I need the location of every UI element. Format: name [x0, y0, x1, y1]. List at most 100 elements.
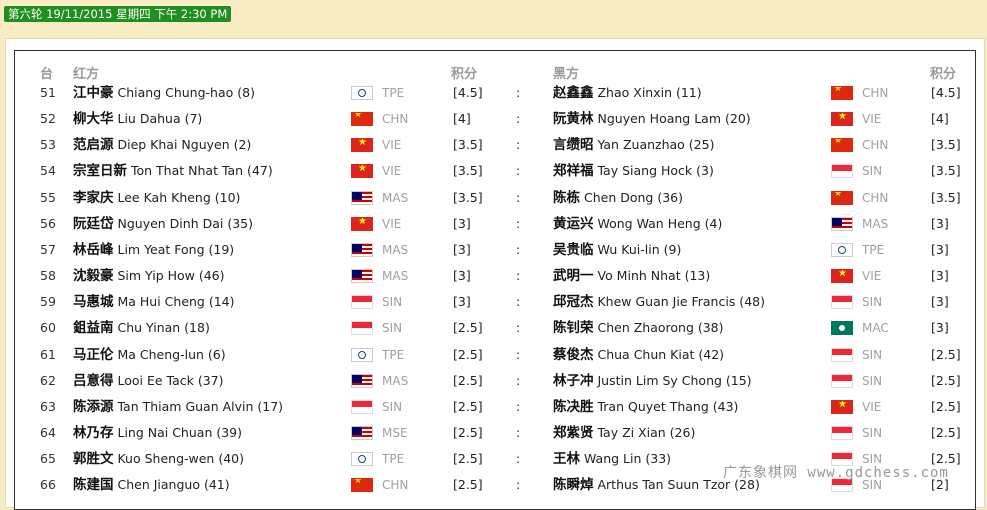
- black-player-chinese-name: 郑紫贤: [553, 424, 594, 441]
- black-player-name: 赵鑫鑫 Zhao Xinxin (11): [553, 80, 702, 106]
- table-number: 56: [40, 215, 56, 231]
- table-number: 51: [40, 85, 56, 100]
- black-player-chinese-name: 赵鑫鑫: [553, 85, 594, 101]
- black-player-name: 陈栋 Chen Dong (36): [553, 185, 683, 211]
- vs-separator: :: [516, 85, 521, 100]
- red-player-name: 江中豪 Chiang Chung-hao (8): [73, 80, 255, 106]
- red-country-code: CHN: [382, 478, 409, 493]
- table-row: 63 陈添源 Tan Thiam Guan Alvin (17) SIN [2.5]:…: [0, 394, 987, 420]
- red-player-chinese-name: 柳大华: [73, 111, 114, 128]
- table-number: 57: [40, 241, 56, 257]
- red-score: [2.5]: [453, 477, 483, 493]
- mas-flag-icon: [351, 373, 373, 388]
- red-player-english-name: Ling Nai Chuan (39): [117, 424, 242, 440]
- site-watermark: 广东象棋网 www.gdchess.com: [723, 465, 949, 481]
- red-player-chinese-name: 马惠城: [73, 294, 114, 311]
- red-player-name: 陈建国 Chen Jianguo (41): [73, 472, 230, 498]
- black-player-english-name: Khew Guan Jie Francis (48): [597, 294, 765, 310]
- black-country-code: CHN: [862, 138, 889, 153]
- black-player-english-name: Tran Quyet Thang (43): [597, 398, 739, 414]
- black-score: [4]: [931, 111, 949, 127]
- mas-flag-icon: [831, 216, 853, 231]
- table-number: 59: [40, 294, 56, 310]
- black-country-code: SIN: [862, 373, 883, 388]
- black-score: [3]: [931, 241, 949, 257]
- sin-flag-icon: [831, 164, 853, 179]
- black-country-code: TPE: [862, 242, 885, 257]
- black-country-code: VIE: [862, 399, 882, 414]
- red-score: [3]: [453, 268, 471, 284]
- vs-separator: :: [516, 137, 521, 153]
- vs-separator: :: [516, 189, 521, 205]
- table-row: 62 吕意得 Looi Ee Tack (37) MAS [2.5]: 林子冲 Just…: [0, 368, 987, 394]
- black-player-english-name: Tay Siang Hock (3): [597, 163, 714, 179]
- vie-flag-icon: [351, 164, 373, 179]
- red-player-english-name: Lee Kah Kheng (10): [117, 189, 241, 205]
- red-country-code: CHN: [382, 112, 409, 127]
- mas-flag-icon: [351, 190, 373, 205]
- red-player-english-name: Ma Hui Cheng (14): [117, 294, 235, 310]
- table-row: 53 范启源 Diep Khai Nguyen (2) VIE [3.5]: 言缵昭 Y…: [0, 132, 987, 158]
- tpe-flag-icon: [831, 242, 853, 257]
- chn-flag-icon: [351, 112, 373, 127]
- red-country-code: MSE: [382, 425, 408, 440]
- table-row: 61 马正伦 Ma Cheng-lun (6) TPE [2.5]: 蔡俊杰 Chua …: [0, 342, 987, 368]
- vs-separator: :: [516, 111, 521, 127]
- table-number: 58: [40, 268, 56, 284]
- black-player-chinese-name: 王林: [553, 451, 580, 468]
- black-country-code: SIN: [862, 425, 883, 440]
- chn-flag-icon: [351, 478, 373, 493]
- mac-flag-icon: [831, 321, 853, 336]
- red-player-chinese-name: 范启源: [73, 137, 114, 154]
- black-score: [2.5]: [931, 424, 961, 440]
- round-info-badge: 第六轮 19/11/2015 星期四 下午 2:30 PM: [4, 6, 232, 22]
- black-player-english-name: Wu Kui-lin (9): [597, 241, 682, 257]
- table-number: 53: [40, 137, 56, 153]
- red-score: [2.5]: [453, 424, 483, 440]
- black-player-english-name: Wang Lin (33): [583, 451, 672, 467]
- red-score: [2.5]: [453, 320, 483, 336]
- black-player-english-name: Chen Zhaorong (38): [597, 320, 724, 336]
- sin-flag-icon: [831, 295, 853, 310]
- black-player-chinese-name: 黄运兴: [553, 215, 594, 232]
- vie-flag-icon: [831, 399, 853, 414]
- sin-flag-icon: [831, 347, 853, 362]
- vs-separator: :: [516, 163, 521, 179]
- vs-separator: :: [516, 346, 521, 362]
- red-player-name: 鉏益南 Chu Yinan (18): [73, 315, 210, 341]
- black-player-name: 黄运兴 Wong Wan Heng (4): [553, 211, 722, 237]
- red-player-english-name: Chu Yinan (18): [117, 320, 210, 336]
- red-country-code: MAS: [382, 269, 409, 284]
- red-player-chinese-name: 李家庆: [73, 189, 114, 206]
- table-row: 55 李家庆 Lee Kah Kheng (10) MAS [3.5]: 陈栋 Chen…: [0, 185, 987, 211]
- black-score: [3]: [931, 294, 949, 310]
- black-player-name: 吴贵临 Wu Kui-lin (9): [553, 237, 681, 263]
- red-player-english-name: Ton That Nhat Tan (47): [130, 163, 273, 179]
- mas-flag-icon: [351, 242, 373, 257]
- black-player-name: 郑紫贤 Tay Zi Xian (26): [553, 420, 695, 446]
- red-player-name: 柳大华 Liu Dahua (7): [73, 106, 202, 132]
- table-number: 52: [40, 111, 56, 127]
- red-player-name: 马正伦 Ma Cheng-lun (6): [73, 342, 226, 368]
- red-player-chinese-name: 鉏益南: [73, 320, 114, 337]
- table-number: 61: [40, 346, 56, 362]
- table-row: 57 林岳峰 Lim Yeat Fong (19) MAS [3]: 吴贵临 Wu Ku…: [0, 237, 987, 263]
- table-number: 60: [40, 320, 56, 336]
- vie-flag-icon: [831, 269, 853, 284]
- red-player-name: 郭胜文 Kuo Sheng-wen (40): [73, 446, 244, 472]
- red-country-code: TPE: [382, 347, 405, 362]
- red-player-chinese-name: 林乃存: [73, 424, 114, 441]
- chn-flag-icon: [831, 190, 853, 205]
- black-player-english-name: Wong Wan Heng (4): [597, 215, 723, 231]
- black-player-name: 林子冲 Justin Lim Sy Chong (15): [553, 368, 752, 394]
- red-player-english-name: Nguyen Dinh Dai (35): [117, 215, 253, 231]
- red-country-code: SIN: [382, 295, 403, 310]
- red-country-code: VIE: [382, 216, 402, 231]
- tpe-flag-icon: [351, 452, 373, 467]
- table-row: 52 柳大华 Liu Dahua (7) CHN [4]: 阮黄林 Nguyen Hoa…: [0, 106, 987, 132]
- black-player-english-name: Chua Chun Kiat (42): [597, 346, 725, 362]
- red-score: [3.5]: [453, 163, 483, 179]
- red-player-name: 阮廷岱 Nguyen Dinh Dai (35): [73, 211, 253, 237]
- black-score: [4.5]: [931, 85, 961, 100]
- vs-separator: :: [516, 451, 521, 467]
